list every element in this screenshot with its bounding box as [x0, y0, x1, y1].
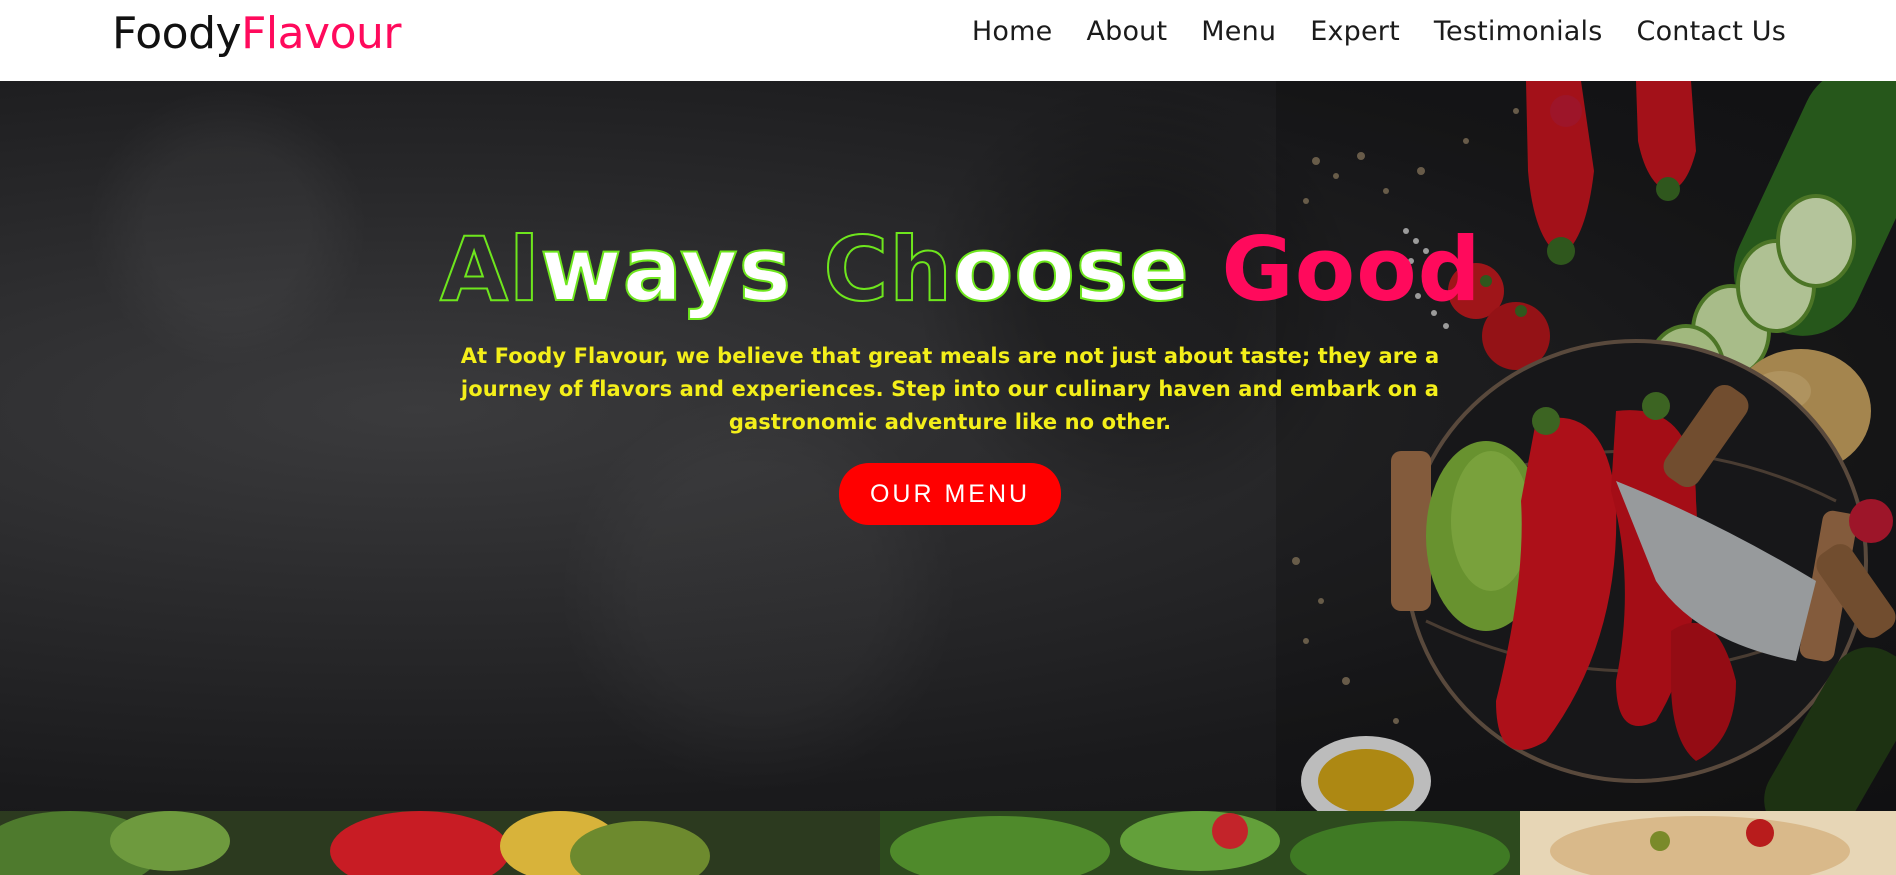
- brand-logo-part2: Flavour: [241, 8, 401, 59]
- headline-word2-outline: Ch: [823, 218, 953, 321]
- hero-section: Always Choose Good At Foody Flavour, we …: [0, 81, 1896, 811]
- brand-logo[interactable]: FoodyFlavour: [112, 8, 401, 59]
- nav-link-contact-us[interactable]: Contact Us: [1637, 16, 1786, 47]
- nav-link-expert[interactable]: Expert: [1310, 16, 1400, 47]
- headline-word3: Good: [1221, 218, 1482, 321]
- main-nav: Home About Menu Expert Testimonials Cont…: [972, 16, 1786, 47]
- brand-logo-part1: Foody: [112, 8, 242, 59]
- hero-headline: Always Choose Good: [439, 225, 1481, 315]
- food-gallery-strip: [0, 811, 1896, 875]
- hero-content: Always Choose Good At Foody Flavour, we …: [439, 225, 1481, 525]
- navbar: FoodyFlavour Home About Menu Expert Test…: [0, 0, 1896, 81]
- nav-link-about[interactable]: About: [1086, 16, 1167, 47]
- headline-word2-fill: oose: [952, 218, 1190, 321]
- headline-word1-fill: ways: [539, 218, 792, 321]
- hero-tagline: At Foody Flavour, we believe that great …: [460, 344, 1440, 434]
- nav-link-menu[interactable]: Menu: [1201, 16, 1276, 47]
- nav-link-testimonials[interactable]: Testimonials: [1434, 16, 1603, 47]
- our-menu-button[interactable]: OUR MENU: [839, 463, 1061, 525]
- nav-link-home[interactable]: Home: [972, 16, 1053, 47]
- headline-word1-outline: Al: [439, 218, 541, 321]
